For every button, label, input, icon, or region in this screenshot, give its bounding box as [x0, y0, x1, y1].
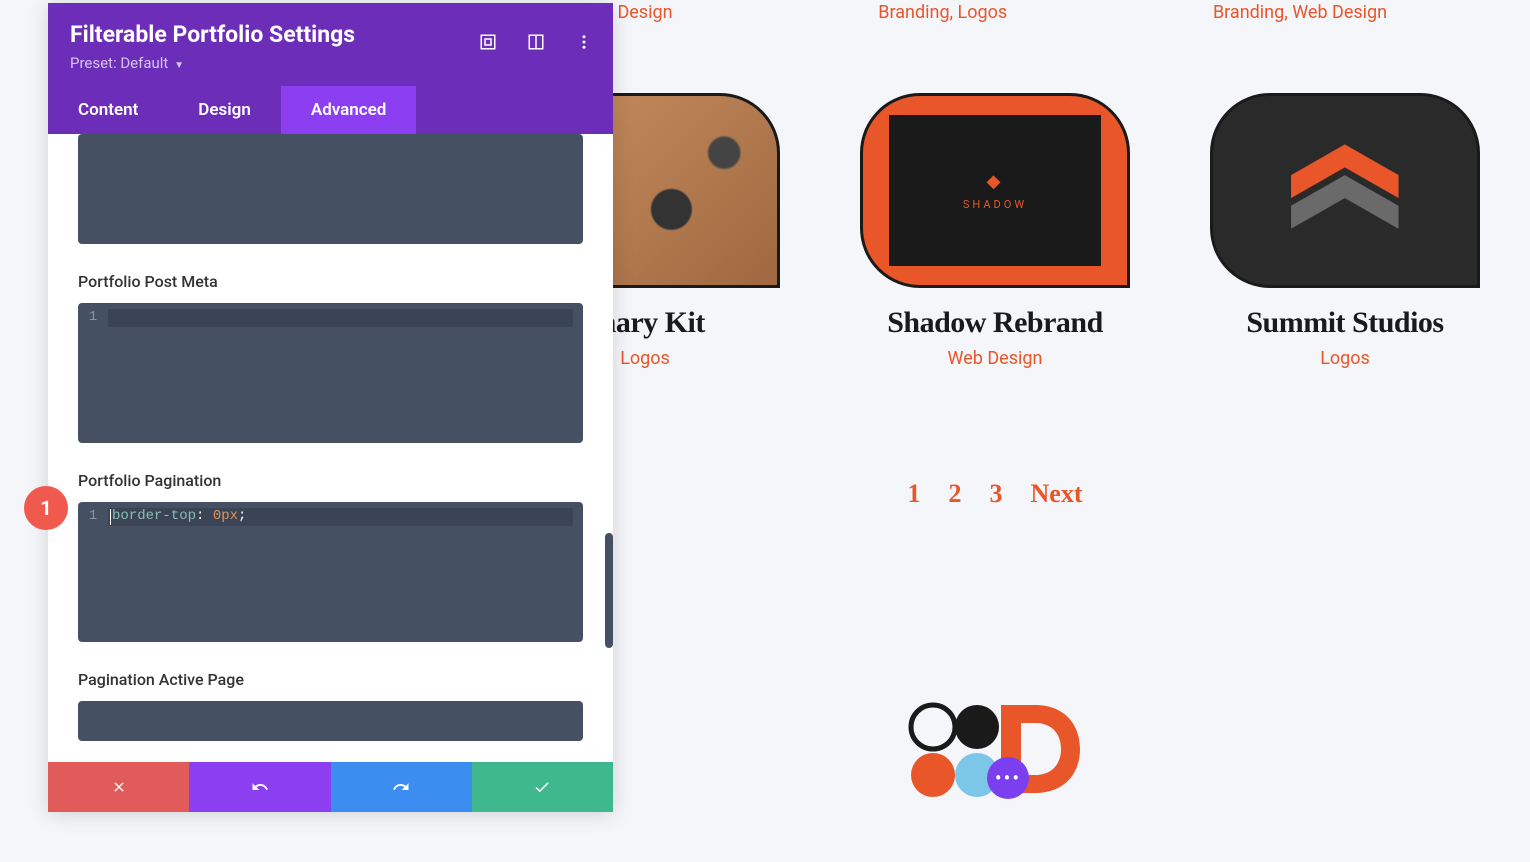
line-number: 1 [78, 309, 108, 327]
annotation-badge: 1 [24, 486, 68, 530]
floating-action-button[interactable]: ••• [987, 757, 1029, 799]
category-tag[interactable]: b Design [603, 2, 673, 23]
tabs: Content Design Advanced [48, 86, 613, 134]
css-property: border-top [112, 508, 196, 524]
portfolio-item[interactable]: Summit Studios Logos [1200, 93, 1490, 369]
code-line-content[interactable]: border-top: 0px; [108, 508, 573, 526]
category-tag[interactable]: Branding, Logos [878, 2, 1007, 23]
code-editor-active-page[interactable] [78, 701, 583, 741]
panel-header: Filterable Portfolio Settings Preset: De… [48, 3, 613, 86]
panel-footer [48, 762, 613, 812]
more-options-icon[interactable] [575, 33, 593, 51]
ellipsis-icon: ••• [995, 766, 1021, 790]
code-editor[interactable] [78, 134, 583, 244]
brand-name: SHADOW [963, 198, 1027, 211]
pagination: 1 2 3 Next [460, 479, 1530, 509]
preset-label: Preset: Default [70, 54, 168, 72]
diamond-icon: ◆ [987, 171, 1004, 192]
redo-icon [392, 778, 410, 796]
portfolio-item[interactable]: ◆ SHADOW Shadow Rebrand Web Design [850, 93, 1140, 369]
pagination-page[interactable]: 1 [908, 479, 921, 509]
css-punct: ; [238, 508, 246, 524]
code-editor-pagination[interactable]: 1 border-top: 0px; [78, 502, 583, 642]
panel-body[interactable]: Portfolio Post Meta 1 Portfolio Paginati… [48, 134, 613, 762]
top-categories-row: b Design Branding, Logos Branding, Web D… [460, 2, 1530, 23]
portfolio-item-meta: Logos [1200, 348, 1490, 369]
css-punct: : [196, 508, 213, 524]
portfolio-item-meta: Web Design [850, 348, 1140, 369]
field-label-pagination: Portfolio Pagination [78, 471, 583, 490]
field-label-active-page: Pagination Active Page [78, 670, 583, 689]
footer-logo: ••• [460, 699, 1530, 799]
pagination-page[interactable]: 3 [990, 479, 1003, 509]
code-line-content[interactable] [108, 309, 573, 327]
css-value: 0px [213, 508, 238, 524]
tab-design[interactable]: Design [168, 86, 281, 134]
pagination-page[interactable]: 2 [949, 479, 962, 509]
chevron-down-icon: ▼ [174, 60, 184, 71]
line-number: 1 [78, 508, 108, 526]
cancel-button[interactable] [48, 762, 189, 812]
close-icon [111, 779, 127, 795]
portfolio-thumbnail[interactable] [1210, 93, 1480, 288]
check-icon [533, 778, 551, 796]
summit-logo-icon [1259, 129, 1431, 252]
field-label-post-meta: Portfolio Post Meta [78, 272, 583, 291]
brand-card: ◆ SHADOW [889, 115, 1100, 266]
save-button[interactable] [472, 762, 613, 812]
tab-advanced[interactable]: Advanced [281, 86, 417, 134]
undo-icon [251, 778, 269, 796]
portfolio-item-title: Summit Studios [1200, 306, 1490, 340]
responsive-icon[interactable] [527, 33, 545, 51]
tab-content[interactable]: Content [48, 86, 168, 134]
undo-button[interactable] [189, 762, 330, 812]
scrollbar[interactable] [605, 533, 613, 648]
code-editor-post-meta[interactable]: 1 [78, 303, 583, 443]
preset-selector[interactable]: Preset: Default ▼ [70, 54, 591, 72]
redo-button[interactable] [331, 762, 472, 812]
expand-icon[interactable] [479, 33, 497, 51]
portfolio-thumbnail[interactable]: ◆ SHADOW [860, 93, 1130, 288]
settings-panel: Filterable Portfolio Settings Preset: De… [48, 3, 613, 812]
pagination-next[interactable]: Next [1031, 479, 1083, 509]
portfolio-grid: onary Kit Logos ◆ SHADOW Shadow Rebrand … [460, 93, 1530, 369]
category-tag[interactable]: Branding, Web Design [1213, 2, 1387, 23]
portfolio-item-title: Shadow Rebrand [850, 306, 1140, 340]
